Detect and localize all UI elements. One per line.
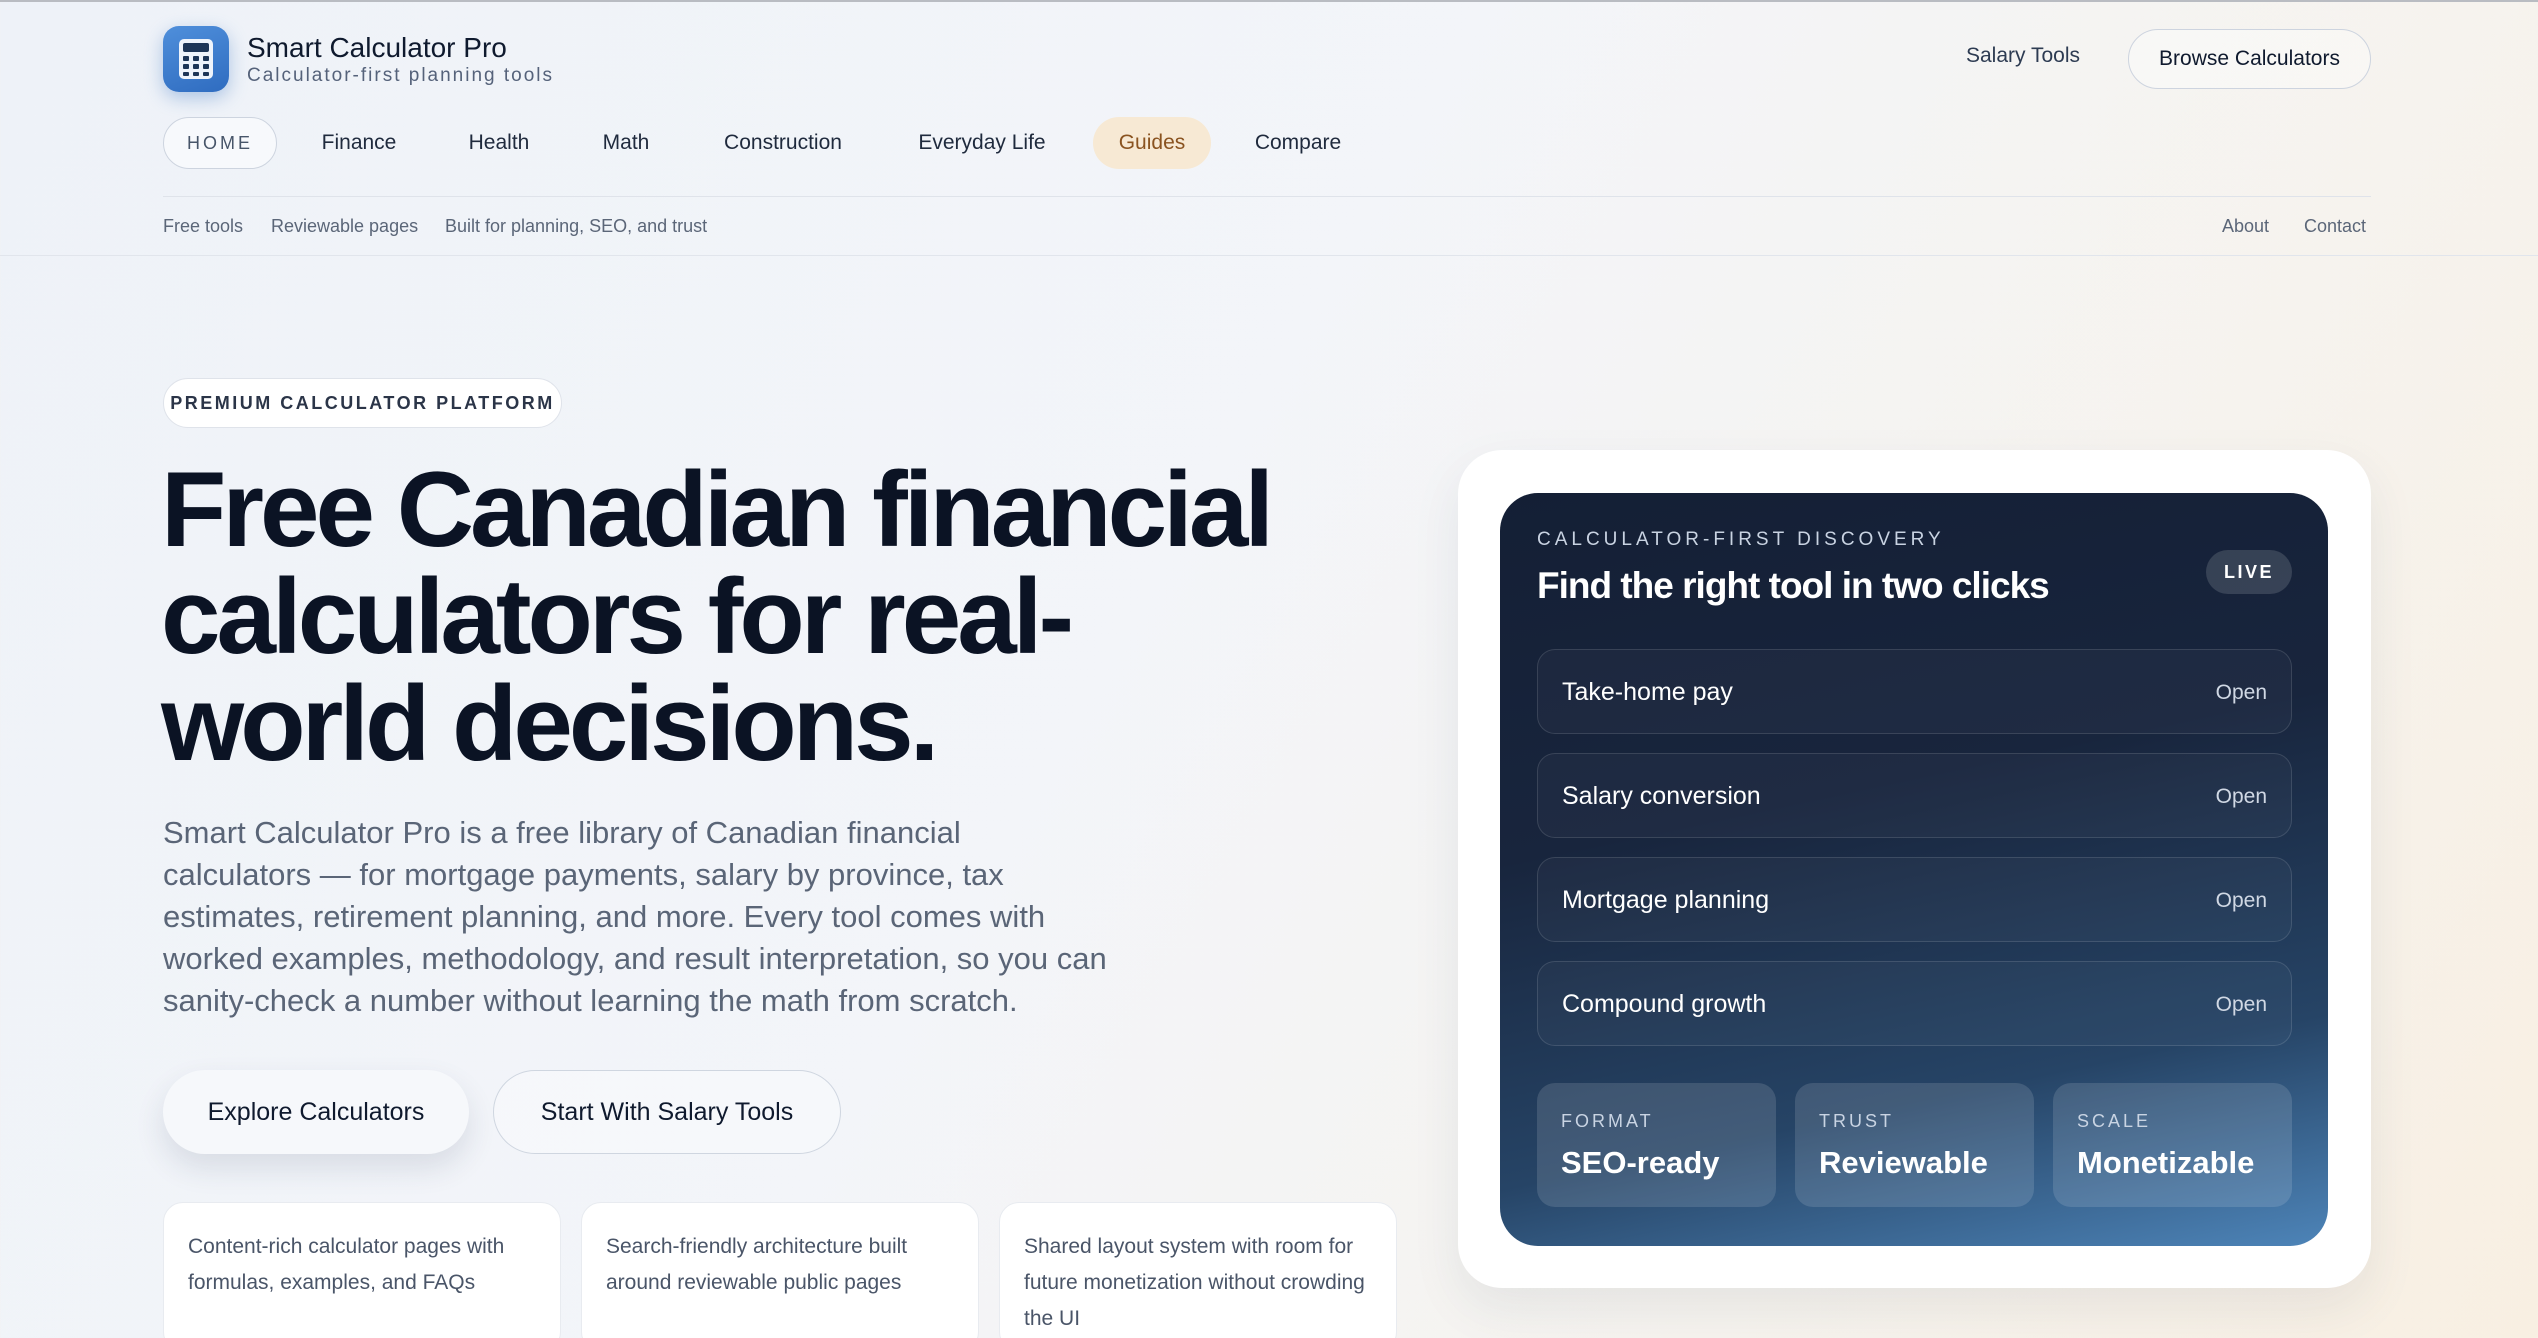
brand-title: Smart Calculator Pro: [247, 32, 507, 63]
subnav-built-for: Built for planning, SEO, and trust: [445, 216, 708, 236]
tool-name: Take-home pay: [1562, 678, 1733, 706]
stat-scale: SCALE Monetizable: [2053, 1083, 2292, 1207]
platform-badge: PREMIUM CALCULATOR PLATFORM: [163, 378, 562, 428]
browse-calculators-button[interactable]: Browse Calculators: [2128, 29, 2371, 89]
discovery-panel: CALCULATOR-FIRST DISCOVERY Find the righ…: [1500, 493, 2328, 1246]
contact-link[interactable]: Contact: [2304, 216, 2366, 237]
nav-divider: [163, 196, 2371, 197]
nav-health[interactable]: Health: [440, 117, 558, 169]
stat-trust: TRUST Reviewable: [1795, 1083, 2034, 1207]
window-top-border: [0, 0, 2538, 2]
nav-finance[interactable]: Finance: [300, 117, 418, 169]
stat-label: TRUST: [1819, 1111, 1894, 1131]
salary-tools-button[interactable]: Start With Salary Tools: [493, 1070, 841, 1154]
nav-compare[interactable]: Compare: [1235, 117, 1361, 169]
calculator-icon: [163, 26, 229, 92]
brand[interactable]: Smart Calculator Pro Calculator-first pl…: [163, 26, 554, 92]
header-divider: [0, 255, 2538, 256]
subnav-free-tools: Free tools: [163, 216, 244, 236]
stat-value: Reviewable: [1819, 1145, 1988, 1180]
stat-value: SEO-ready: [1561, 1145, 1720, 1180]
tool-open-link[interactable]: Open: [2216, 962, 2267, 1047]
brand-subtitle: Calculator-first planning tools: [247, 65, 555, 86]
tool-row-take-home-pay[interactable]: Take-home pay Open: [1537, 649, 2292, 734]
hero-description: Smart Calculator Pro is a free library o…: [163, 815, 1107, 1018]
main-nav: HOME Finance Health Math Construction Ev…: [0, 117, 2538, 169]
tool-row-salary-conversion[interactable]: Salary conversion Open: [1537, 753, 2292, 838]
tool-open-link[interactable]: Open: [2216, 754, 2267, 839]
tool-open-link[interactable]: Open: [2216, 858, 2267, 943]
feature-card-layout: Shared layout system with room for futur…: [999, 1202, 1397, 1338]
nav-math[interactable]: Math: [580, 117, 672, 169]
stat-label: FORMAT: [1561, 1111, 1654, 1131]
discovery-kicker: CALCULATOR-FIRST DISCOVERY: [1537, 529, 1945, 550]
tool-name: Salary conversion: [1562, 782, 1761, 810]
tool-open-link[interactable]: Open: [2216, 650, 2267, 735]
nav-construction[interactable]: Construction: [697, 117, 869, 169]
discovery-title: Find the right tool in two clicks: [1537, 565, 2050, 606]
stat-label: SCALE: [2077, 1111, 2152, 1131]
salary-tools-link[interactable]: Salary Tools: [1966, 44, 2080, 68]
feature-card-content: Content-rich calculator pages with formu…: [163, 1202, 561, 1338]
subnav-reviewable-pages: Reviewable pages: [271, 216, 419, 236]
tool-name: Mortgage planning: [1562, 886, 1770, 914]
feature-card-architecture: Search-friendly architecture built aroun…: [581, 1202, 979, 1338]
tool-row-compound-growth[interactable]: Compound growth Open: [1537, 961, 2292, 1046]
tool-name: Compound growth: [1562, 990, 1767, 1018]
nav-guides[interactable]: Guides: [1093, 117, 1211, 169]
live-badge: LIVE: [2206, 550, 2292, 594]
about-link[interactable]: About: [2222, 216, 2269, 237]
hero-title: Free Canadian financial calculators for …: [161, 449, 1274, 783]
nav-home[interactable]: HOME: [163, 117, 277, 169]
stat-format: FORMAT SEO-ready: [1537, 1083, 1776, 1207]
stat-value: Monetizable: [2077, 1145, 2255, 1180]
nav-everyday-life[interactable]: Everyday Life: [894, 117, 1070, 169]
explore-calculators-button[interactable]: Explore Calculators: [163, 1070, 469, 1154]
tool-row-mortgage-planning[interactable]: Mortgage planning Open: [1537, 857, 2292, 942]
